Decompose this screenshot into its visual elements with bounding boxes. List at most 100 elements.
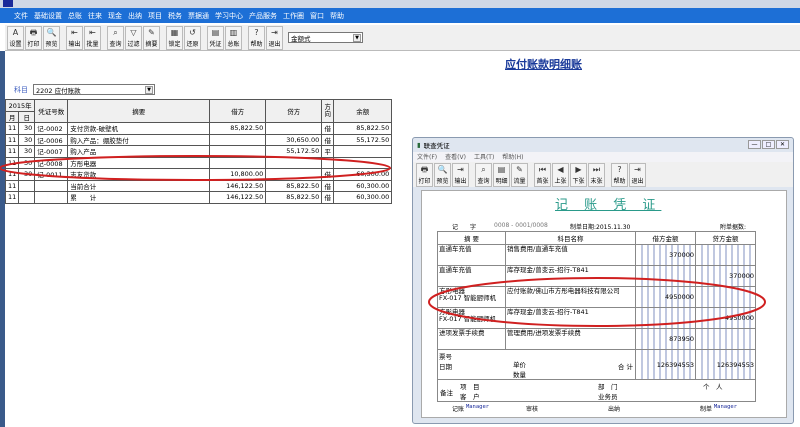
menu-item-12[interactable]: 窗口 bbox=[310, 11, 324, 21]
table-row[interactable]: 11 30 记-0011 志友货款 10,800.00 借 60,300.00 bbox=[4, 168, 393, 181]
toolbar-button-4[interactable]: ⇤ 批量 bbox=[84, 25, 101, 50]
menu-item-6[interactable]: 项目 bbox=[148, 11, 162, 21]
popup-menu-item[interactable]: 查看(V) bbox=[445, 152, 466, 162]
toolbar-button-2[interactable]: 🔍 预览 bbox=[43, 25, 60, 50]
menu-item-0[interactable]: 文件 bbox=[14, 11, 28, 21]
popup-toolbar-icon-2-icon: ⇥ bbox=[457, 164, 464, 174]
toolbar-button-5[interactable]: ⌕ 查询 bbox=[107, 25, 124, 50]
cell: 55,172.50 bbox=[265, 145, 323, 158]
menu-item-4[interactable]: 现金 bbox=[108, 11, 122, 21]
voucher-footer: 记账 Manager 审核 出纳 制单 Manager bbox=[452, 404, 737, 413]
popup-toolbar-icon-3-icon: ⌕ bbox=[481, 164, 486, 174]
cell: 记-0007 bbox=[34, 145, 69, 158]
popup-toolbar-button-5[interactable]: ✎ 流量 bbox=[511, 162, 528, 187]
ledger-table: 2015年 凭证号数 摘要 借方 贷方 方向 余额 月日 11 30 记-0002 支付货款-破壁… bbox=[4, 99, 393, 204]
popup-toolbar-button-7[interactable]: ◀ 上张 bbox=[552, 162, 569, 187]
toolbar-button-6[interactable]: ▽ 过滤 bbox=[125, 25, 142, 50]
toolbar-button-9[interactable]: ↺ 还原 bbox=[184, 25, 201, 50]
cell: 记-0008 bbox=[34, 156, 69, 169]
toolbar-icon-3-icon: ⇤ bbox=[71, 27, 78, 37]
popup-toolbar-button-10[interactable]: ? 帮助 bbox=[611, 162, 628, 187]
popup-toolbar-button-4[interactable]: ▤ 明细 bbox=[493, 162, 510, 187]
format-select[interactable]: 金额式 ▼ bbox=[288, 32, 363, 43]
cell: 当前合计 bbox=[67, 179, 211, 192]
close-button[interactable]: ✕ bbox=[776, 140, 789, 149]
popup-menu-item[interactable]: 工具(T) bbox=[474, 152, 494, 162]
maximize-button[interactable]: □ bbox=[762, 140, 775, 149]
cell: 30 bbox=[18, 156, 36, 169]
toolbar-button-11[interactable]: ▥ 总账 bbox=[225, 25, 242, 50]
toolbar-button-7[interactable]: ✎ 摘要 bbox=[143, 25, 160, 50]
popup-toolbar-button-3[interactable]: ⌕ 查询 bbox=[475, 162, 492, 187]
menu-item-1[interactable]: 基础设置 bbox=[34, 11, 62, 21]
voucher-row[interactable]: 方彤电器 FX-017 智能厨师机 库存现金/曾变云-招行-T841 4950000 bbox=[437, 307, 756, 329]
menu-item-2[interactable]: 总账 bbox=[68, 11, 82, 21]
voucher-date: 制单日期:2015.11.30 bbox=[570, 224, 631, 231]
popup-toolbar-label: 下张 bbox=[572, 177, 585, 185]
popup-toolbar-label: 查询 bbox=[477, 177, 490, 185]
voucher-row[interactable]: 直通车充值 销售费用/直通车充值 370000 bbox=[437, 244, 756, 266]
table-row[interactable]: 11 30 记-0006 购入产品：绷胶垫付 30,650.00 借 55,172.50 bbox=[4, 133, 393, 146]
popup-toolbar-button-2[interactable]: ⇥ 输出 bbox=[452, 162, 469, 187]
voucher-row[interactable]: 直通车充值 库存现金/曾变云-招行-T841 370000 bbox=[437, 265, 756, 287]
menu-item-11[interactable]: 工作圈 bbox=[283, 11, 304, 21]
person-label: 个 人 bbox=[703, 383, 723, 391]
popup-toolbar-button-1[interactable]: 🔍 预览 bbox=[434, 162, 451, 187]
menu-item-3[interactable]: 往来 bbox=[88, 11, 102, 21]
table-row[interactable]: 11 30 记-0002 支付货款-破壁机 85,822.50 借 85,822.50 bbox=[4, 122, 393, 135]
menu-item-10[interactable]: 产品服务 bbox=[249, 11, 277, 21]
toolbar-icon-8-icon: ▦ bbox=[170, 27, 179, 37]
remark-cell: 备注 项 目 客 户 部 门 业务员 个 人 bbox=[437, 379, 756, 402]
toolbar-button-8[interactable]: ▦ 锁定 bbox=[166, 25, 183, 50]
cell: 10,800.00 bbox=[209, 168, 267, 181]
chevron-down-icon[interactable]: ▼ bbox=[353, 34, 361, 42]
subject-select[interactable]: 2202 应付账款 ▼ bbox=[33, 84, 155, 95]
popup-toolbar-button-6[interactable]: ⏮ 首张 bbox=[534, 162, 551, 187]
table-row[interactable]: 11 累 计 146,122.50 85,822.50 借 60,300.00 bbox=[4, 191, 393, 204]
popup-toolbar-button-8[interactable]: ▶ 下张 bbox=[570, 162, 587, 187]
toolbar-button-3[interactable]: ⇤ 输出 bbox=[66, 25, 83, 50]
cell: 借 bbox=[321, 179, 335, 192]
toolbar: A 设置 🖶 打印 🔍 预览 ⇤ 输出 ⇤ 批量 ⌕ 查询 ▽ 过滤 ✎ 摘要 ▦ 锁定 ↺ 还原 ▤ 凭证 ▥ 总账 ? 帮助 ⇥… bbox=[5, 25, 800, 51]
account-cell: 销售费用/直通车充值 bbox=[505, 244, 636, 266]
menu-item-5[interactable]: 出纳 bbox=[128, 11, 142, 21]
subject-label: 科目 bbox=[14, 86, 28, 94]
cell: 30,650.00 bbox=[265, 133, 323, 146]
toolbar-button-10[interactable]: ▤ 凭证 bbox=[207, 25, 224, 50]
table-row[interactable]: 11 当前合计 146,122.50 85,822.50 借 60,300.00 bbox=[4, 179, 393, 192]
popup-toolbar-button-11[interactable]: ⇥ 退出 bbox=[629, 162, 646, 187]
table-row[interactable]: 11 30 记-0008 方彤电器 bbox=[4, 156, 393, 169]
menu-item-7[interactable]: 税务 bbox=[168, 11, 182, 21]
summary-col: 摘 要 bbox=[437, 231, 506, 245]
window-title: 联查凭证 bbox=[423, 142, 450, 150]
popup-toolbar-label: 首张 bbox=[536, 177, 549, 185]
toolbar-button-1[interactable]: 🖶 打印 bbox=[25, 25, 42, 50]
summary-cell: 进项发票手续费 bbox=[437, 328, 506, 350]
popup-menu-item[interactable]: 文件(F) bbox=[417, 152, 437, 162]
menu-item-9[interactable]: 学习中心 bbox=[215, 11, 243, 21]
chevron-down-icon[interactable]: ▼ bbox=[145, 86, 153, 94]
debit-col: 借方金额 bbox=[635, 231, 696, 245]
table-row[interactable]: 11 30 记-0007 购入产品 55,172.50 平 bbox=[4, 145, 393, 158]
popup-toolbar-icon-1-icon: 🔍 bbox=[437, 164, 448, 174]
audit-label: 审核 bbox=[525, 406, 538, 413]
cell: 记-0006 bbox=[34, 133, 69, 146]
voucher-row[interactable]: 方彤电器 FX-017 智能厨师机 应付账款/佛山市方彤电器科技有限公司 49500… bbox=[437, 286, 756, 308]
menu-item-8[interactable]: 票据通 bbox=[188, 11, 209, 21]
popup-toolbar-button-9[interactable]: ⏭ 末张 bbox=[588, 162, 605, 187]
debit-cell: 873950 bbox=[635, 328, 696, 350]
popup-menu-item[interactable]: 帮助(H) bbox=[502, 152, 523, 162]
direction-header: 方向 bbox=[321, 99, 335, 123]
popup-toolbar-button-0[interactable]: 🖶 打印 bbox=[416, 162, 433, 187]
cell: 30 bbox=[18, 122, 36, 135]
menu-item-13[interactable]: 帮助 bbox=[330, 11, 344, 21]
summary-cell: 方彤电器 FX-017 智能厨师机 bbox=[437, 307, 506, 329]
voucher-row[interactable]: 进项发票手续费 管理费用/进项发票手续费 873950 bbox=[437, 328, 756, 350]
customer-label: 客 户 bbox=[460, 393, 480, 401]
toolbar-button-12[interactable]: ? 帮助 bbox=[248, 25, 265, 50]
app-logo-icon bbox=[3, 0, 13, 7]
toolbar-button-0[interactable]: A 设置 bbox=[7, 25, 24, 50]
toolbar-button-13[interactable]: ⇥ 退出 bbox=[266, 25, 283, 50]
cell: 11 bbox=[4, 122, 20, 135]
minimize-button[interactable]: — bbox=[748, 140, 761, 149]
